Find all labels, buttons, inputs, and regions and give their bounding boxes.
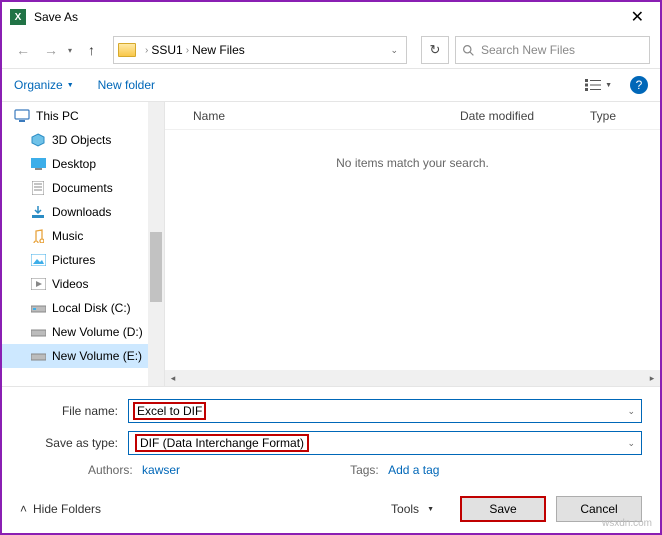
document-icon <box>30 180 46 196</box>
chevron-up-icon: ˄ <box>20 502 27 516</box>
download-icon <box>30 204 46 220</box>
tree-vol-e[interactable]: New Volume (E:) <box>2 344 164 368</box>
hide-folders-button[interactable]: ˄ Hide Folders <box>20 502 101 516</box>
tags-label: Tags: <box>350 463 379 477</box>
desktop-icon <box>30 156 46 172</box>
drive-icon <box>30 300 46 316</box>
help-button[interactable]: ? <box>630 76 648 94</box>
save-as-dialog: X Save As ✕ ← → ▾ ↑ › SSU1 › New Files ⌄… <box>0 0 662 535</box>
authors-value[interactable]: kawser <box>142 463 180 477</box>
meta-row: Authors: kawser Tags: Add a tag <box>20 463 642 477</box>
tree-videos[interactable]: Videos <box>2 272 164 296</box>
empty-message: No items match your search. <box>165 130 660 370</box>
filename-value: Excel to DIF <box>133 402 206 420</box>
tags-value[interactable]: Add a tag <box>388 463 439 477</box>
scroll-right[interactable]: ▸ <box>644 373 660 384</box>
folder-tree: This PC 3D Objects Desktop Documents Dow… <box>2 102 164 386</box>
breadcrumb-seg1[interactable]: SSU1 <box>151 43 182 57</box>
filetype-row: Save as type: DIF (Data Interchange Form… <box>20 431 642 455</box>
filetype-select[interactable]: DIF (Data Interchange Format) ⌄ <box>128 431 642 455</box>
content-scrollbar[interactable]: ◂ ▸ <box>165 370 660 386</box>
chevron-right-icon: › <box>145 45 148 56</box>
drive-icon <box>30 348 46 364</box>
watermark: wsxdn.com <box>602 518 652 529</box>
up-button[interactable]: ↑ <box>82 40 101 60</box>
filetype-dropdown[interactable]: ⌄ <box>627 438 635 449</box>
music-icon <box>30 228 46 244</box>
col-type[interactable]: Type <box>590 109 660 123</box>
chevron-down-icon: ▼ <box>605 82 612 89</box>
history-dropdown[interactable]: ▾ <box>68 46 72 55</box>
filetype-label: Save as type: <box>20 436 128 450</box>
tree-pictures[interactable]: Pictures <box>2 248 164 272</box>
scroll-left[interactable]: ◂ <box>165 373 181 384</box>
address-bar[interactable]: › SSU1 › New Files ⌄ <box>113 36 407 64</box>
filename-dropdown[interactable]: ⌄ <box>627 406 635 417</box>
forward-button: → <box>40 40 62 60</box>
monitor-icon <box>14 108 30 124</box>
tree-music[interactable]: Music <box>2 224 164 248</box>
back-button[interactable]: ← <box>12 40 34 60</box>
navigation-bar: ← → ▾ ↑ › SSU1 › New Files ⌄ ↻ Search Ne… <box>2 32 660 68</box>
file-list-pane: Name Date modified Type No items match y… <box>164 102 660 386</box>
tree-downloads[interactable]: Downloads <box>2 200 164 224</box>
authors-label: Authors: <box>88 463 133 477</box>
tree-scrollbar[interactable] <box>148 102 164 386</box>
tree-this-pc[interactable]: This PC <box>2 104 164 128</box>
search-icon <box>462 44 475 57</box>
search-input[interactable]: Search New Files <box>455 36 650 64</box>
column-headers: Name Date modified Type <box>165 102 660 130</box>
folder-icon <box>118 43 136 57</box>
save-button[interactable]: Save <box>460 496 546 522</box>
dialog-body: This PC 3D Objects Desktop Documents Dow… <box>2 102 660 386</box>
chevron-right-icon: › <box>186 45 189 56</box>
toolbar: Organize▼ New folder ▼ ? <box>2 68 660 102</box>
new-folder-button[interactable]: New folder <box>98 78 155 92</box>
list-view-icon <box>585 79 601 91</box>
search-placeholder: Search New Files <box>481 43 575 57</box>
col-date[interactable]: Date modified <box>460 109 590 123</box>
drive-icon <box>30 324 46 340</box>
scrollbar-thumb[interactable] <box>150 232 162 302</box>
cube-icon <box>30 132 46 148</box>
picture-icon <box>30 252 46 268</box>
close-button[interactable]: ✕ <box>623 7 652 27</box>
filetype-value: DIF (Data Interchange Format) <box>135 434 309 452</box>
form-area: File name: Excel to DIF ⌄ Save as type: … <box>2 386 660 485</box>
tree-desktop[interactable]: Desktop <box>2 152 164 176</box>
tags: Tags: Add a tag <box>350 463 439 477</box>
window-title: Save As <box>34 10 623 24</box>
excel-icon: X <box>10 9 26 25</box>
chevron-down-icon: ▼ <box>427 506 434 513</box>
tree-documents[interactable]: Documents <box>2 176 164 200</box>
authors: Authors: kawser <box>88 463 180 477</box>
filename-label: File name: <box>20 404 128 418</box>
address-dropdown[interactable]: ⌄ <box>386 45 402 56</box>
footer: ˄ Hide Folders Tools ▼ Save Cancel <box>2 485 660 533</box>
view-button[interactable]: ▼ <box>585 79 612 91</box>
titlebar: X Save As ✕ <box>2 2 660 32</box>
video-icon <box>30 276 46 292</box>
tree-vol-d[interactable]: New Volume (D:) <box>2 320 164 344</box>
tree-3d-objects[interactable]: 3D Objects <box>2 128 164 152</box>
col-name[interactable]: Name <box>165 109 460 123</box>
filename-row: File name: Excel to DIF ⌄ <box>20 399 642 423</box>
chevron-down-icon: ▼ <box>67 82 74 89</box>
tree-local-c[interactable]: Local Disk (C:) <box>2 296 164 320</box>
tools-menu[interactable]: Tools ▼ <box>391 502 434 516</box>
refresh-button[interactable]: ↻ <box>421 36 449 64</box>
filename-input[interactable]: Excel to DIF ⌄ <box>128 399 642 423</box>
breadcrumb-seg2[interactable]: New Files <box>192 43 245 57</box>
organize-button[interactable]: Organize▼ <box>14 78 74 92</box>
scroll-track[interactable] <box>181 372 644 384</box>
